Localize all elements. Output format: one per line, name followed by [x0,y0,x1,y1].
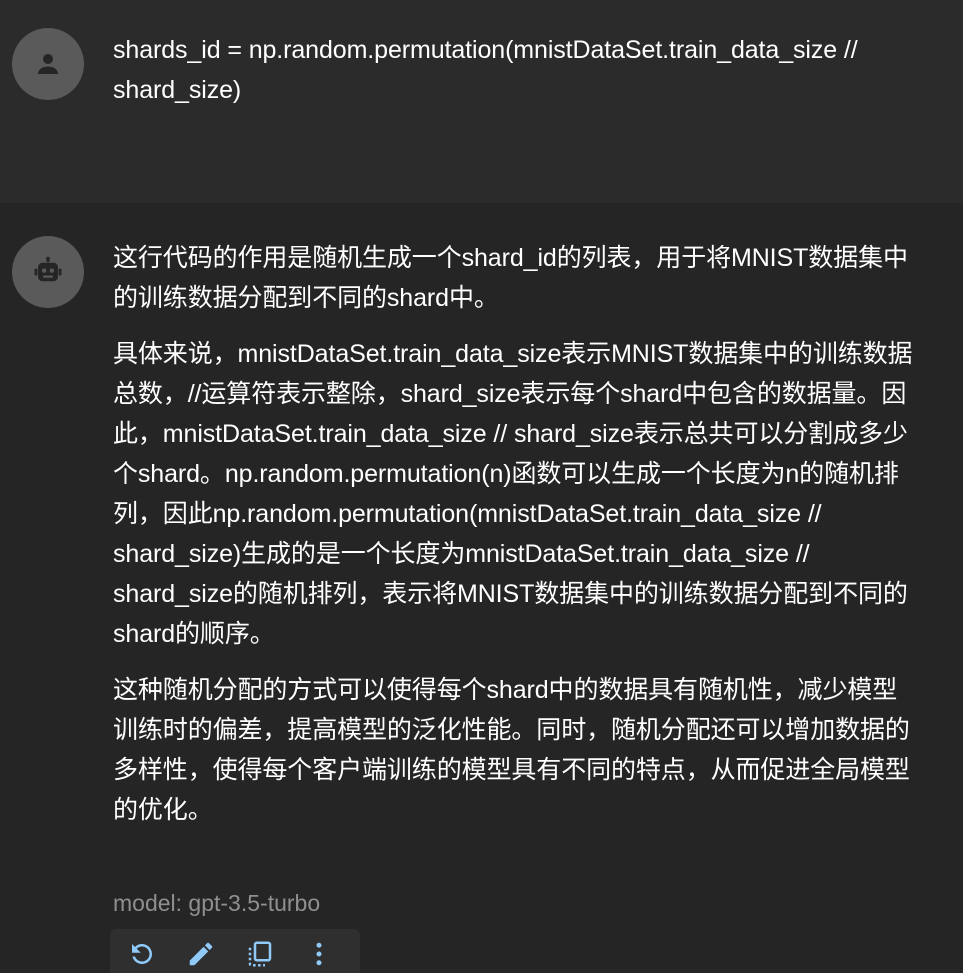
more-vertical-icon [316,942,321,966]
copy-button[interactable] [242,935,277,973]
edit-button[interactable] [183,935,218,973]
assistant-paragraph: 这行代码的作用是随机生成一个shard_id的列表，用于将MNIST数据集中的训… [113,244,908,312]
model-label: model: gpt-3.5-turbo [113,890,321,916]
user-message-content: shards_id = np.random.permutation(mnistD… [113,30,913,126]
refresh-icon [131,944,152,964]
robot-icon [34,256,62,282]
assistant-message: 这行代码的作用是随机生成一个shard_id的列表，用于将MNIST数据集中的训… [0,203,963,973]
assistant-message-content: 这行代码的作用是随机生成一个shard_id的列表，用于将MNIST数据集中的训… [113,238,913,846]
regenerate-button[interactable] [124,935,159,973]
edit-icon [189,942,212,966]
more-options-button[interactable] [301,935,336,973]
chat-page: shards_id = np.random.permutation(mnistD… [0,0,963,973]
user-avatar [12,28,84,100]
user-message: shards_id = np.random.permutation(mnistD… [0,0,963,203]
assistant-avatar [12,236,84,308]
copy-icon [248,941,271,967]
person-icon [38,54,58,74]
message-actions-toolbar [110,929,360,973]
assistant-paragraph: 具体来说，mnistDataSet.train_data_size表示MNIST… [113,340,913,648]
user-message-text: shards_id = np.random.permutation(mnistD… [113,36,858,104]
assistant-paragraph: 这种随机分配的方式可以使得每个shard中的数据具有随机性，减少模型训练时的偏差… [113,676,910,824]
